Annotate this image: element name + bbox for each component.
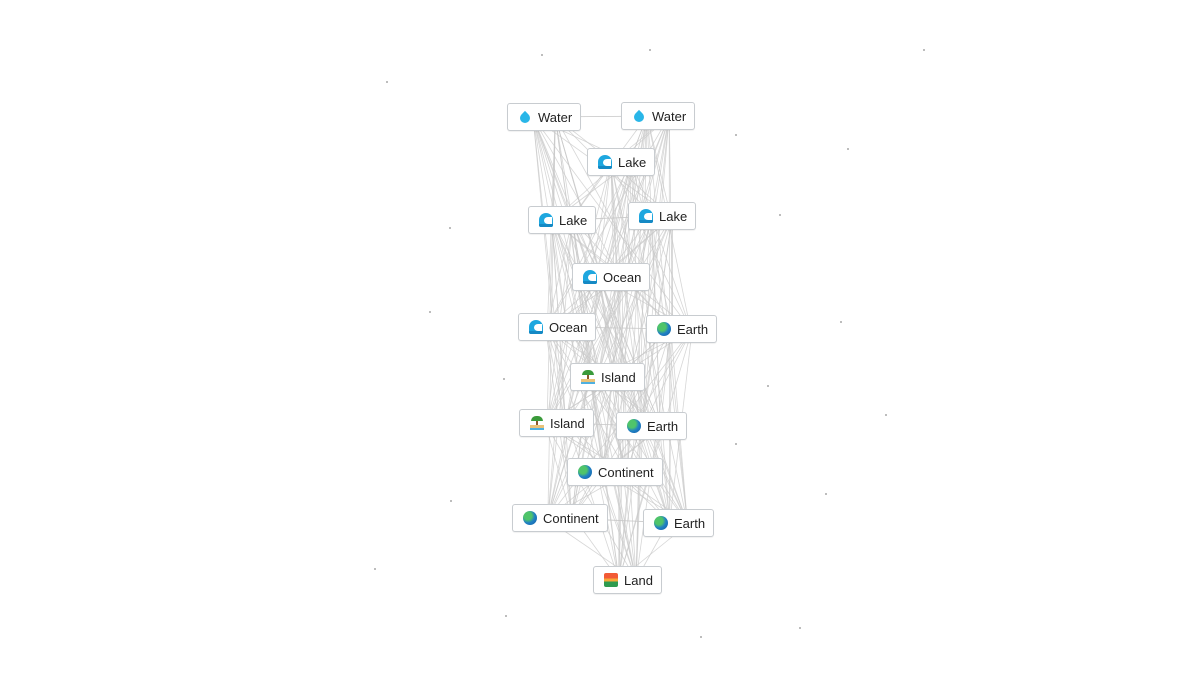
node-label: Lake (559, 212, 588, 228)
wave-icon (583, 270, 597, 284)
background-dot (767, 385, 769, 387)
globe-icon (657, 322, 671, 336)
background-dot (923, 49, 925, 51)
background-dot (541, 54, 543, 56)
node-earth[interactable]: Earth (646, 315, 718, 343)
wave-icon (529, 320, 543, 334)
background-dot (649, 49, 651, 51)
node-label: Continent (598, 464, 654, 480)
globe-icon (578, 465, 592, 479)
node-island[interactable]: Island (570, 363, 645, 391)
node-earth[interactable]: Earth (616, 412, 688, 440)
node-lake[interactable]: Lake (587, 148, 656, 176)
water-drop-icon (634, 109, 644, 123)
background-dot (429, 311, 431, 313)
node-label: Earth (677, 321, 709, 337)
globe-icon (523, 511, 537, 525)
node-label: Earth (674, 515, 706, 531)
wave-icon (539, 213, 553, 227)
background-dot (779, 214, 781, 216)
background-dot (799, 627, 801, 629)
background-dot (374, 568, 376, 570)
node-island[interactable]: Island (519, 409, 594, 437)
node-continent[interactable]: Continent (512, 504, 608, 532)
node-label: Island (601, 369, 636, 385)
background-dot (825, 493, 827, 495)
node-earth[interactable]: Earth (643, 509, 715, 537)
wave-icon (639, 209, 653, 223)
background-dot (503, 378, 505, 380)
node-label: Ocean (603, 269, 642, 285)
wave-icon (598, 155, 612, 169)
node-ocean[interactable]: Ocean (572, 263, 651, 291)
globe-icon (627, 419, 641, 433)
node-water[interactable]: Water (507, 103, 582, 131)
node-label: Water (538, 109, 573, 125)
water-drop-icon (520, 110, 530, 124)
palm-island-icon (530, 416, 544, 430)
node-land[interactable]: Land (593, 566, 662, 594)
background-dot (885, 414, 887, 416)
node-ocean[interactable]: Ocean (518, 313, 597, 341)
background-dot (505, 615, 507, 617)
node-label: Earth (647, 418, 679, 434)
node-label: Continent (543, 510, 599, 526)
background-dot (840, 321, 842, 323)
node-water[interactable]: Water (621, 102, 696, 130)
node-continent[interactable]: Continent (567, 458, 663, 486)
globe-icon (654, 516, 668, 530)
node-lake[interactable]: Lake (528, 206, 597, 234)
node-label: Land (624, 572, 653, 588)
landscape-icon (604, 573, 618, 587)
node-label: Lake (618, 154, 647, 170)
node-label: Water (652, 108, 687, 124)
background-dot (735, 443, 737, 445)
node-label: Lake (659, 208, 688, 224)
background-dot (450, 500, 452, 502)
node-lake[interactable]: Lake (628, 202, 697, 230)
palm-island-icon (581, 370, 595, 384)
background-dot (735, 134, 737, 136)
background-dot (449, 227, 451, 229)
background-dot (386, 81, 388, 83)
background-dot (700, 636, 702, 638)
node-label: Island (550, 415, 585, 431)
background-dot (847, 148, 849, 150)
node-label: Ocean (549, 319, 588, 335)
